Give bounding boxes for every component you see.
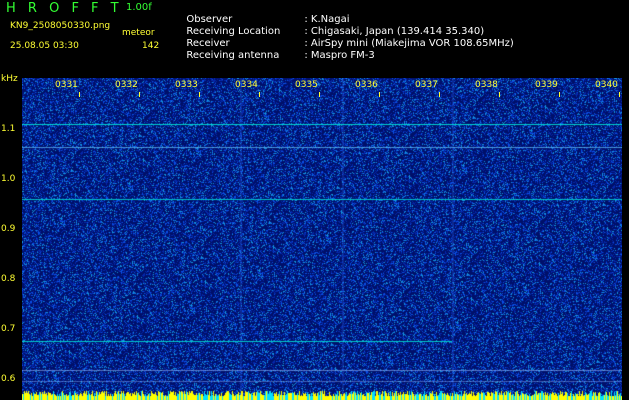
meta-antenna: Receiving antenna : Maspro FM-3 [180,39,375,61]
x-tick-label: 0331 [55,80,78,90]
x-tick-label: 0338 [475,80,498,90]
y-tick-label: 0.9 [1,224,16,234]
meta-key: Receiving antenna [186,50,280,61]
meta-value: : Maspro FM-3 [304,50,375,61]
x-tick-mark [439,92,440,97]
y-tick-label: 1.1 [1,124,16,134]
count-label: 142 [142,41,160,51]
x-tick-mark [259,92,260,97]
x-tick-mark [139,92,140,97]
x-tick-label: 0334 [235,80,258,90]
x-tick-mark [499,92,500,97]
x-tick-label: 0332 [115,80,138,90]
spectrogram-canvas [22,78,622,400]
filename-label: KN9_2508050330.png [10,21,111,31]
x-tick-label: 0339 [535,80,558,90]
y-tick-label: 0.8 [1,274,16,284]
x-tick-label: 0336 [355,80,378,90]
x-tick-mark [379,92,380,97]
x-tick-label: 0333 [175,80,198,90]
y-tick-label: 0.6 [1,374,16,384]
x-tick-label: 0335 [295,80,318,90]
x-tick-label: 0340 [595,80,618,90]
app-title: H R O F F T [6,1,123,16]
x-tick-label: 0337 [415,80,438,90]
x-tick-mark [79,92,80,97]
x-tick-mark [199,92,200,97]
mode-label: meteor [122,28,155,38]
x-tick-mark [319,92,320,97]
y-tick-label: 0.7 [1,324,16,334]
y-tick-label: 1.0 [1,174,16,184]
y-axis: 1.1 1.0 0.9 0.8 0.7 0.6 [0,78,22,400]
version-label: 1.00f [126,2,152,13]
x-tick-mark [619,92,620,97]
x-tick-mark [559,92,560,97]
datetime-label: 25.08.05 03:30 [10,41,79,51]
